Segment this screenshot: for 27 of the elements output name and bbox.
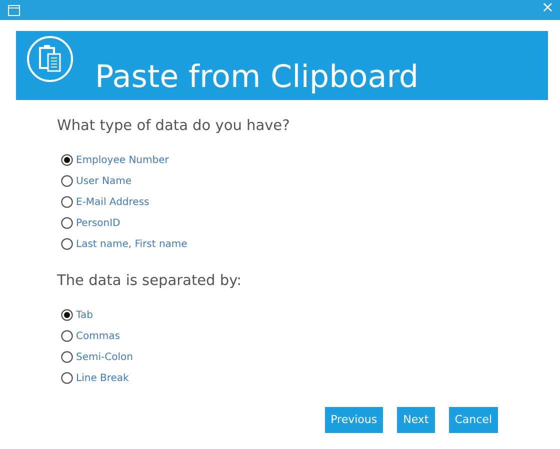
option-label[interactable]: Commas [76,328,120,344]
radio-button[interactable] [61,154,73,166]
option-label[interactable]: Employee Number [76,152,169,169]
dialog-button[interactable]: Cancel [448,406,498,433]
option-label[interactable]: Line Break [76,370,129,386]
radio-button[interactable] [61,330,73,342]
option-label[interactable]: User Name [76,172,132,190]
clipboard-icon [26,35,74,83]
option-label[interactable]: E-Mail Address [76,194,150,211]
radio-button[interactable] [61,196,73,208]
option-label[interactable]: Semi-Colon [76,348,133,366]
dialog-button[interactable]: Next [397,406,435,433]
close-button[interactable]: × [541,0,554,14]
window-icon [8,4,20,16]
question-text: The data is separated by: [57,272,242,291]
radio-button[interactable] [61,351,73,363]
option-label[interactable]: Tab [76,306,93,324]
dialog-button[interactable]: Previous [324,406,384,433]
option-label[interactable]: PersonID [76,214,120,232]
question-text: What type of data do you have? [57,117,291,136]
radio-button[interactable] [61,238,73,250]
option-label[interactable]: Last name, First name [76,236,188,253]
radio-button[interactable] [61,309,73,321]
dialog-title: Paste from Clipboard [95,62,419,93]
radio-button[interactable] [61,175,73,188]
radio-button[interactable] [61,217,73,230]
radio-button[interactable] [61,372,73,384]
